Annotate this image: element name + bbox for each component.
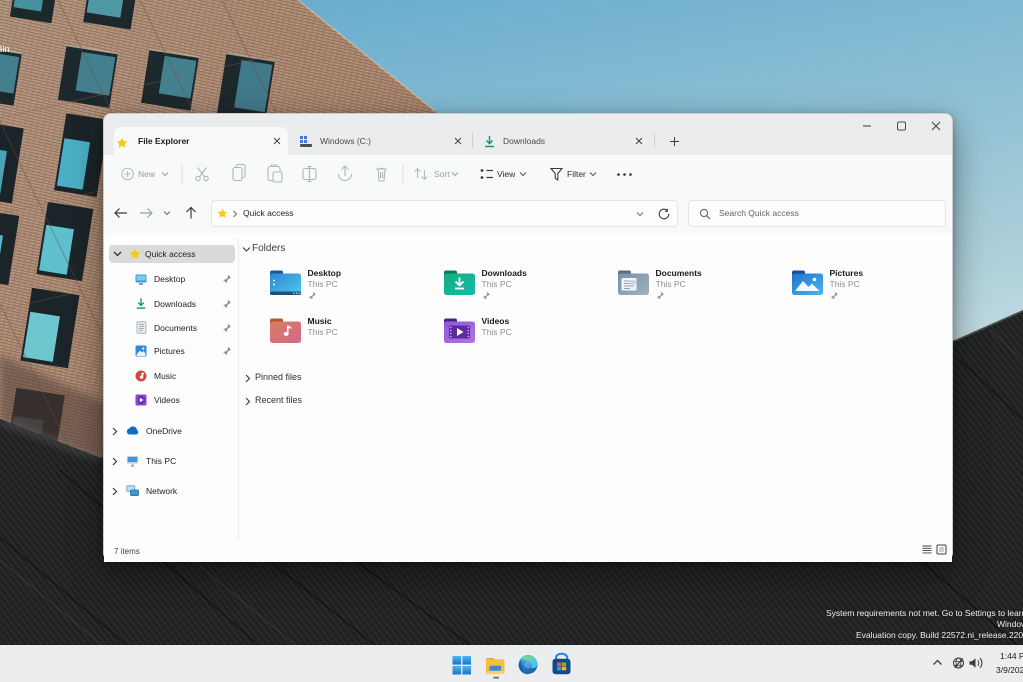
svg-text:ßin: ßin xyxy=(0,44,10,54)
